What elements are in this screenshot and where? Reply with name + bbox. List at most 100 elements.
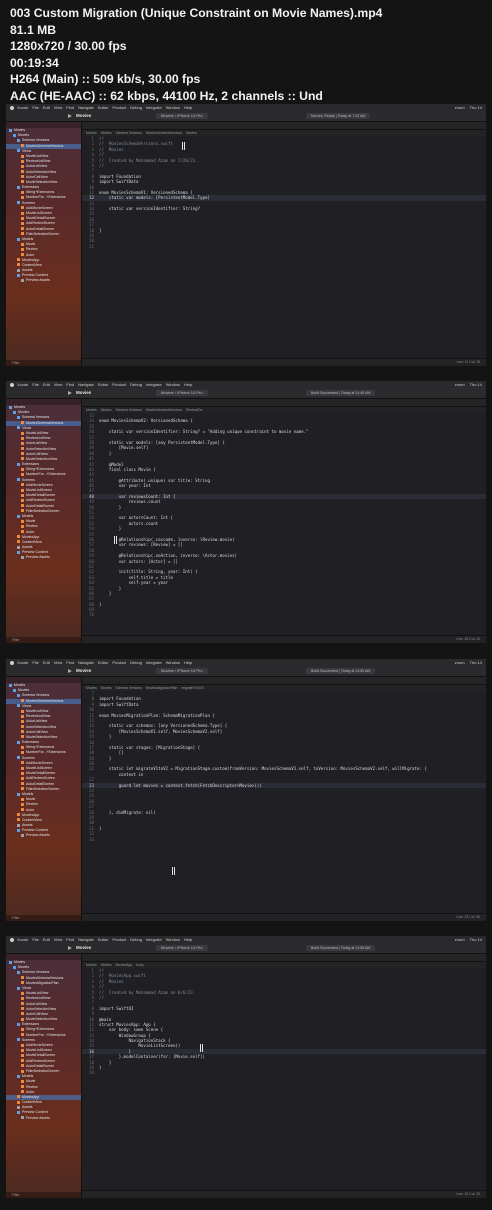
menubar-status-item[interactable]: Thu 14 (470, 660, 482, 665)
menu-item-find[interactable]: Find (66, 660, 74, 665)
menu-item-edit[interactable]: Edit (43, 382, 50, 387)
code-line[interactable]: 20 (82, 1070, 486, 1075)
run-play-icon[interactable] (68, 114, 72, 118)
jump-bar-item[interactable]: MoviesApp (116, 963, 133, 967)
menu-item-help[interactable]: Help (184, 382, 192, 387)
jump-bar-item[interactable]: Movies (86, 686, 97, 690)
menu-item-view[interactable]: View (54, 660, 63, 665)
menu-item-navigate[interactable]: Navigate (78, 382, 94, 387)
menu-item-editor[interactable]: Editor (98, 660, 108, 665)
jump-bar-item[interactable]: MoviesMigrationPlan (146, 686, 177, 690)
jump-bar-item[interactable]: Movies (101, 686, 112, 690)
code-line[interactable]: 70 (82, 612, 486, 617)
menu-item-product[interactable]: Product (112, 382, 126, 387)
run-play-icon[interactable] (68, 946, 72, 950)
menu-item-debug[interactable]: Debug (130, 382, 142, 387)
menu-item-integrate[interactable]: Integrate (146, 660, 162, 665)
menu-item-debug[interactable]: Debug (130, 660, 142, 665)
navigator-filter-field[interactable]: Filter (6, 915, 81, 921)
menu-item-file[interactable]: File (32, 937, 38, 942)
menu-item-view[interactable]: View (54, 937, 63, 942)
jump-bar-item[interactable]: Schema Versions (116, 131, 142, 135)
menubar-status-item[interactable]: zoom (455, 105, 465, 110)
menu-item-find[interactable]: Find (66, 382, 74, 387)
navigator-item[interactable]: Preview Assets (6, 833, 81, 838)
jump-bar-item[interactable]: MoviesSchemaVersions (146, 131, 182, 135)
jump-bar-item[interactable]: MoviesSchemaVersions (146, 408, 182, 412)
menu-item-find[interactable]: Find (66, 105, 74, 110)
menu-item-integrate[interactable]: Integrate (146, 382, 162, 387)
menubar-status-item[interactable]: zoom (455, 382, 465, 387)
menu-item-editor[interactable]: Editor (98, 937, 108, 942)
jump-bar-item[interactable]: Movies (101, 408, 112, 412)
menu-item-editor[interactable]: Editor (98, 382, 108, 387)
menu-item-navigate[interactable]: Navigate (78, 660, 94, 665)
navigator-filter-field[interactable]: Filter (6, 637, 81, 643)
menu-item-xcode[interactable]: Xcode (17, 937, 28, 942)
jump-bar-item[interactable]: migrateV1toV2 (181, 686, 203, 690)
menu-item-file[interactable]: File (32, 382, 38, 387)
menu-item-window[interactable]: Window (166, 105, 180, 110)
menubar-status-item[interactable]: zoom (455, 937, 465, 942)
run-play-icon[interactable] (68, 391, 72, 395)
menu-item-product[interactable]: Product (112, 660, 126, 665)
jump-bar-item[interactable]: Movies (101, 963, 112, 967)
menu-item-debug[interactable]: Debug (130, 105, 142, 110)
code-editor[interactable]: 1//2// MoviesSchemaVersions.swift 3// Mov… (82, 136, 486, 358)
menu-item-view[interactable]: View (54, 382, 63, 387)
menu-item-editor[interactable]: Editor (98, 105, 108, 110)
code-editor[interactable]: 33 34 enum MoviesSchemaV2: VersionedSchema… (82, 413, 486, 635)
apple-logo-icon[interactable] (10, 937, 14, 942)
menu-item-help[interactable]: Help (184, 660, 192, 665)
scheme-selector[interactable]: Movies › iPhone 14 Pro (156, 668, 208, 674)
jump-bar-item[interactable]: Movies (86, 408, 97, 412)
code-editor[interactable]: 7 8 import Foundation 9 import SwiftData 10 11… (82, 691, 486, 913)
menu-item-integrate[interactable]: Integrate (146, 937, 162, 942)
menu-item-window[interactable]: Window (166, 937, 180, 942)
menu-item-window[interactable]: Window (166, 382, 180, 387)
menu-item-debug[interactable]: Debug (130, 937, 142, 942)
navigator-filter-field[interactable]: Filter (6, 360, 81, 366)
navigator-item[interactable]: Preview Assets (6, 555, 81, 560)
scheme-selector[interactable]: Movies › iPhone 14 Pro (156, 390, 208, 396)
navigator-item[interactable]: Preview Assets (6, 278, 81, 283)
code-line[interactable]: 33 (82, 837, 486, 842)
menu-item-xcode[interactable]: Xcode (17, 382, 28, 387)
menu-item-find[interactable]: Find (66, 937, 74, 942)
apple-logo-icon[interactable] (10, 105, 14, 110)
apple-logo-icon[interactable] (10, 660, 14, 665)
menu-item-edit[interactable]: Edit (43, 660, 50, 665)
menu-item-navigate[interactable]: Navigate (78, 105, 94, 110)
navigator-filter-field[interactable]: Filter (6, 1192, 81, 1198)
run-play-icon[interactable] (68, 669, 72, 673)
navigator-item[interactable]: Preview Assets (6, 1116, 81, 1121)
jump-bar-item[interactable]: Movies (86, 131, 97, 135)
menu-item-file[interactable]: File (32, 660, 38, 665)
menu-item-edit[interactable]: Edit (43, 105, 50, 110)
menu-item-navigate[interactable]: Navigate (78, 937, 94, 942)
menu-item-edit[interactable]: Edit (43, 937, 50, 942)
menu-item-help[interactable]: Help (184, 937, 192, 942)
menu-item-view[interactable]: View (54, 105, 63, 110)
code-line[interactable]: 21 (82, 244, 486, 249)
jump-bar-item[interactable]: body (136, 963, 143, 967)
jump-bar-item[interactable]: Movies (186, 131, 197, 135)
scheme-selector[interactable]: Movies › iPhone 14 Pro (156, 113, 208, 119)
menubar-status-item[interactable]: Thu 14 (470, 105, 482, 110)
menubar-status-item[interactable]: zoom (455, 660, 465, 665)
menubar-status-item[interactable]: Thu 14 (470, 382, 482, 387)
menu-item-help[interactable]: Help (184, 105, 192, 110)
jump-bar-item[interactable]: Movies (101, 131, 112, 135)
menu-item-integrate[interactable]: Integrate (146, 105, 162, 110)
menu-item-xcode[interactable]: Xcode (17, 105, 28, 110)
code-editor[interactable]: 1//2// MoviesApp.swift 3// Movies 4//5// C… (82, 968, 486, 1190)
scheme-selector[interactable]: Movies › iPhone 14 Pro (156, 945, 208, 951)
menu-item-file[interactable]: File (32, 105, 38, 110)
menu-item-product[interactable]: Product (112, 937, 126, 942)
jump-bar-item[interactable]: Schema Versions (116, 408, 142, 412)
jump-bar-item[interactable]: Schema Versions (116, 686, 142, 690)
menu-item-product[interactable]: Product (112, 105, 126, 110)
apple-logo-icon[interactable] (10, 382, 14, 387)
menu-item-xcode[interactable]: Xcode (17, 660, 28, 665)
jump-bar-item[interactable]: ReviewIDs (186, 408, 202, 412)
